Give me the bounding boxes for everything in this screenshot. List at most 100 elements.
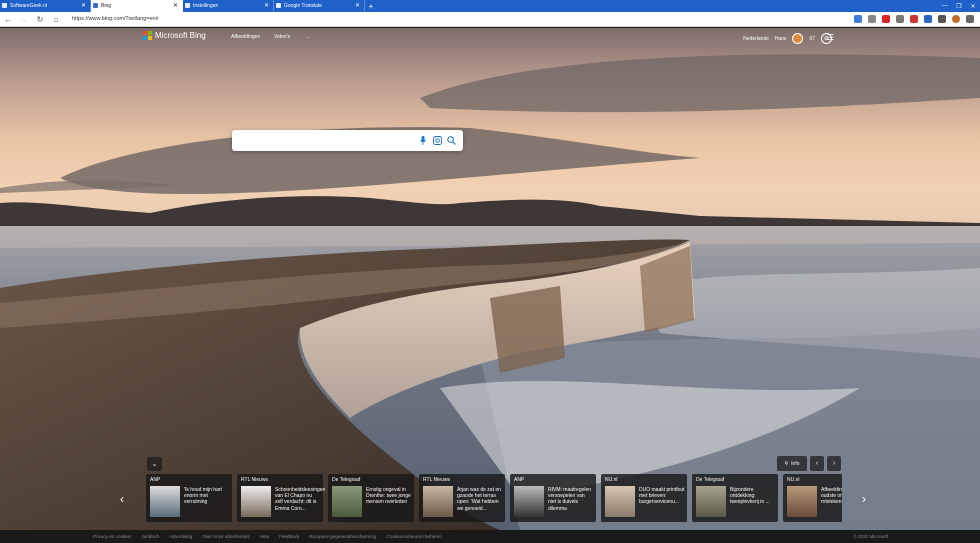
- news-title: Schoonheidsleesingen van El Chapo nu zel…: [275, 487, 326, 512]
- news-thumbnail: [787, 486, 817, 517]
- news-title: DUO maakt printfout met brieven: burgers…: [639, 487, 685, 506]
- extension-icon[interactable]: [924, 15, 932, 23]
- url-field[interactable]: https://www.bing.com/?setlang=en#: [72, 16, 159, 22]
- news-card[interactable]: De Telegraaf Bijzondere ontdekking: twee…: [692, 474, 778, 522]
- news-card[interactable]: RTL Nieuws Arjan was de zat en gzaode he…: [419, 474, 505, 522]
- news-prev-arrow-icon[interactable]: ‹: [120, 492, 124, 506]
- translate-icon: [276, 3, 281, 8]
- footer-link[interactable]: Over onze advertenties: [202, 534, 250, 539]
- search-box: [232, 130, 463, 151]
- microsoft-bing-logo[interactable]: Microsoft Bing: [143, 31, 206, 40]
- extension-icon[interactable]: [854, 15, 862, 23]
- news-card[interactable]: ANP RIVM: maatregelen versoepelen van ni…: [510, 474, 596, 522]
- home-icon[interactable]: ⌂: [48, 12, 64, 27]
- footer-links: Privacy en cookies Juridisch Advertising…: [93, 534, 442, 539]
- tab-label: SoftwareGeek.nl: [10, 3, 47, 9]
- chevron-down-icon: ⌄: [151, 461, 158, 468]
- news-card[interactable]: NU.nl Afbeelding kangeroe oudste ont rot…: [783, 474, 842, 522]
- close-icon[interactable]: ✕: [264, 2, 269, 9]
- sea-wall-photo: [0, 28, 980, 530]
- extension-icon[interactable]: [910, 15, 918, 23]
- footer-link[interactable]: Advertising: [169, 534, 192, 539]
- avatar[interactable]: [792, 33, 804, 44]
- footer-link[interactable]: Juridisch: [141, 534, 159, 539]
- minimize-icon[interactable]: —: [938, 0, 952, 12]
- news-card[interactable]: ANP 'Ik houd mijn hart enorm met verruim…: [146, 474, 232, 522]
- news-thumbnail: [332, 486, 362, 517]
- close-icon[interactable]: ✕: [81, 2, 86, 9]
- maximize-icon[interactable]: ❐: [952, 0, 966, 12]
- brand-name: Microsoft Bing: [155, 31, 206, 40]
- news-title: Afbeelding kangeroe oudste ont rotsteken…: [821, 487, 842, 506]
- news-card[interactable]: NU.nl DUO maakt printfout met brieven: b…: [601, 474, 687, 522]
- tab-label: Instellingen: [193, 3, 219, 9]
- news-title: RIVM: maatregelen versoepelen van niet i…: [548, 487, 592, 512]
- tab-google-translate[interactable]: Google Translate ✕: [274, 0, 365, 12]
- news-source: De Telegraaf: [696, 477, 725, 483]
- previous-image-button[interactable]: ‹: [810, 456, 824, 471]
- more-options-icon[interactable]: [966, 15, 974, 23]
- window-controls: — ❐ ✕: [938, 0, 980, 12]
- news-card[interactable]: De Telegraaf Ernstig ongeval in Drenthe:…: [328, 474, 414, 522]
- news-thumbnail: [696, 486, 726, 517]
- search-icon[interactable]: [445, 134, 457, 147]
- news-thumbnail: [514, 486, 544, 517]
- forward-arrow-icon[interactable]: →: [16, 12, 32, 27]
- header-right-controls: Nederlands Hans 67 ✪: [743, 33, 832, 44]
- news-thumbnail: [150, 486, 180, 517]
- tab-instellingen[interactable]: Instellingen ✕: [183, 0, 274, 12]
- copyright: © 2021 Microsoft: [853, 534, 888, 539]
- extension-icon[interactable]: [882, 15, 890, 23]
- tab-bing[interactable]: Bing ✕: [91, 0, 183, 12]
- chevron-right-icon: ›: [832, 460, 836, 467]
- reload-icon[interactable]: ↻: [32, 12, 48, 27]
- background-photo: [0, 28, 980, 530]
- news-thumbnail: [423, 486, 453, 517]
- nav-videos-link[interactable]: Video's: [274, 34, 290, 40]
- news-card[interactable]: RTL Nieuws Schoonheidsleesingen van El C…: [237, 474, 326, 522]
- next-image-button[interactable]: ›: [827, 456, 841, 471]
- rewards-points[interactable]: 67: [809, 36, 815, 42]
- news-thumbnail: [241, 486, 271, 517]
- chevron-left-icon: ‹: [815, 460, 819, 467]
- news-source: ANP: [514, 477, 525, 483]
- news-source: De Telegraaf: [332, 477, 361, 483]
- extension-icon[interactable]: [938, 15, 946, 23]
- microphone-icon[interactable]: [417, 134, 429, 147]
- profile-avatar-icon[interactable]: [952, 15, 960, 23]
- footer-link[interactable]: Cookievoorkeuren beheren: [387, 534, 442, 539]
- info-button[interactable]: ⚲ Info: [777, 456, 807, 471]
- news-title: Bijzondere ontdekking: tweeplevkerij in …: [730, 487, 770, 506]
- footer-link[interactable]: Feedback: [279, 534, 299, 539]
- footer-link[interactable]: Privacy en cookies: [93, 534, 131, 539]
- close-icon[interactable]: ✕: [355, 2, 360, 9]
- news-source: NU.nl: [605, 477, 618, 483]
- bing-favicon-icon: [93, 3, 98, 8]
- hamburger-menu-icon[interactable]: ☰: [827, 33, 834, 42]
- visual-search-icon[interactable]: [431, 134, 443, 147]
- collapse-feed-button[interactable]: ⌄: [147, 457, 162, 471]
- news-next-arrow-icon[interactable]: ›: [862, 492, 866, 506]
- new-tab-button[interactable]: +: [365, 0, 377, 12]
- location-pin-icon: ⚲: [784, 460, 789, 467]
- footer-link[interactable]: Help: [260, 534, 269, 539]
- news-source: NU.nl: [787, 477, 800, 483]
- close-icon[interactable]: ✕: [173, 2, 178, 9]
- nav-images-link[interactable]: Afbeeldingen: [231, 34, 260, 40]
- news-carousel: ANP 'Ik houd mijn hart enorm met verruim…: [146, 474, 842, 522]
- address-bar: ← → ↻ ⌂ https://www.bing.com/?setlang=en…: [0, 12, 980, 27]
- close-window-icon[interactable]: ✕: [966, 0, 980, 12]
- news-source: RTL Nieuws: [241, 477, 268, 483]
- search-input[interactable]: [238, 134, 408, 147]
- news-thumbnail: [605, 486, 635, 517]
- favorites-star-icon[interactable]: [868, 15, 876, 23]
- language-link[interactable]: Nederlands: [743, 36, 769, 42]
- footer-link[interactable]: Europese gegevensbescherming: [309, 534, 376, 539]
- tab-label: Google Translate: [284, 3, 323, 9]
- back-arrow-icon[interactable]: ←: [0, 12, 16, 27]
- extension-icon[interactable]: [896, 15, 904, 23]
- news-title: 'Ik houd mijn hart enorm met verruiming: [184, 487, 222, 506]
- user-name[interactable]: Hans: [775, 36, 787, 42]
- nav-more-link[interactable]: ...: [306, 34, 310, 40]
- tab-softwaregeek[interactable]: SoftwareGeek.nl ✕: [0, 0, 91, 12]
